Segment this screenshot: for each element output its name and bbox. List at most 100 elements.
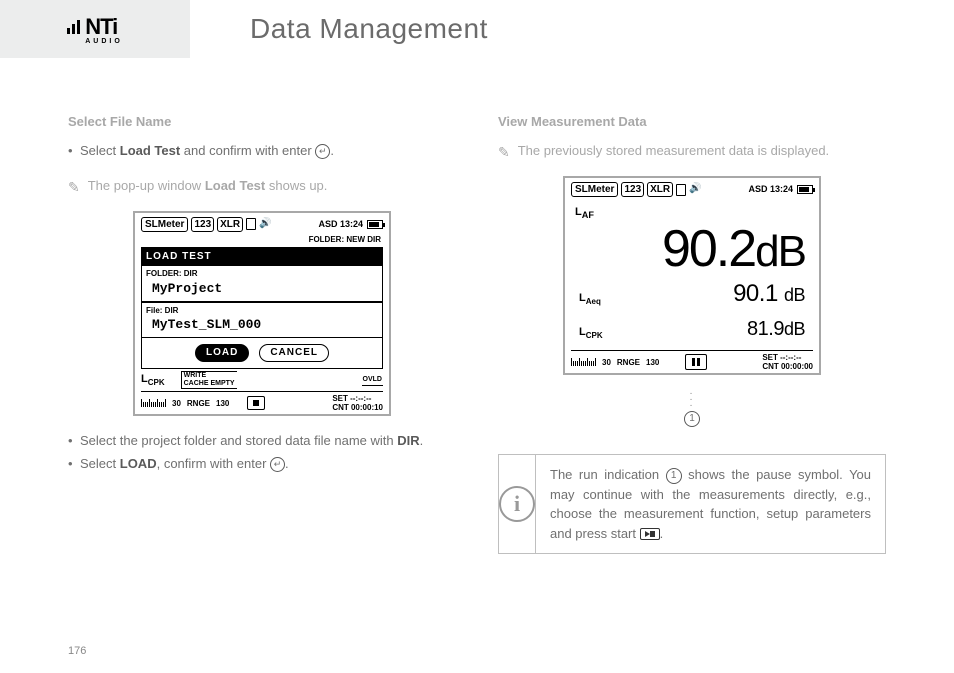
- text: , confirm with enter: [157, 456, 270, 471]
- lcd-statusbar: SLMeter 123 XLR 🔊 ASD 13:24: [571, 182, 813, 199]
- lcd-main-reading: 90.2dB: [575, 223, 809, 275]
- content-columns: Select File Name • Select Load Test and …: [0, 58, 954, 554]
- lcd-timer: SET --:--:--CNT 00:00:10: [332, 394, 383, 412]
- stop-icon: [247, 396, 265, 410]
- text-bold: Load Test: [205, 178, 265, 193]
- hand-icon: ✎: [68, 177, 80, 197]
- logo-subtext: AUDIO: [85, 38, 123, 45]
- popup-title: LOAD TEST: [142, 248, 382, 267]
- text: and confirm with enter: [180, 143, 315, 158]
- rnge-hi: 130: [646, 357, 659, 369]
- text: The run indication: [550, 467, 666, 482]
- lcd-tab: SLMeter: [141, 217, 188, 232]
- lcd-value: 90.1 dB: [733, 277, 805, 312]
- left-column: Select File Name • Select Load Test and …: [68, 113, 456, 554]
- bullet-item: • Select Load Test and confirm with ente…: [68, 142, 456, 161]
- lcd-statusbar: SLMeter 123 XLR 🔊 ASD 13:24: [141, 217, 383, 234]
- sd-icon: [676, 184, 686, 196]
- logo-area: NTi AUDIO: [0, 0, 190, 58]
- text: Select: [80, 456, 120, 471]
- callout-number: 1: [684, 411, 700, 427]
- page-number: 176: [68, 645, 86, 657]
- popup-field-value: MyProject: [142, 280, 382, 302]
- text: Select the project folder and stored dat…: [80, 433, 397, 448]
- lcd-row-laeq: LAeq 90.1 dB: [575, 275, 809, 314]
- lcd-bottom-bar: 30 RNGE 130 SET --:--:--CNT 00:00:10: [141, 391, 383, 412]
- text-bold: DIR: [397, 433, 419, 448]
- lcd-tab: 123: [621, 182, 644, 197]
- lcd-clock: ASD 13:24: [748, 183, 793, 196]
- callout-number-inline: 1: [666, 468, 682, 484]
- lcd-value: 81.9dB: [747, 315, 805, 344]
- bullet-item: • Select the project folder and stored d…: [68, 432, 456, 451]
- rnge-lo: 30: [602, 357, 611, 369]
- range-ticks-icon: [571, 358, 596, 366]
- rnge-lo: 30: [172, 398, 181, 410]
- bullet-item: • Select LOAD, confirm with enter ↵.: [68, 455, 456, 474]
- text: The pop-up window: [88, 178, 205, 193]
- popup-field-value: MyTest_SLM_000: [142, 316, 382, 338]
- lcd-clock: ASD 13:24: [318, 218, 363, 231]
- info-icon-cell: i: [499, 455, 536, 553]
- lcd-label: LCPK: [579, 325, 603, 342]
- load-button[interactable]: LOAD: [195, 344, 249, 363]
- dotted-line-icon: ···: [498, 391, 886, 409]
- enter-icon: ↵: [315, 144, 330, 159]
- page-title: Data Management: [190, 0, 954, 58]
- result-text: The previously stored measurement data i…: [518, 142, 829, 162]
- section-heading-left: Select File Name: [68, 113, 456, 132]
- battery-icon: [797, 185, 813, 194]
- lcd-screenshot-measurement: SLMeter 123 XLR 🔊 ASD 13:24 LAF 90.2dB: [563, 176, 821, 375]
- lcd-ovld: OVLD: [362, 375, 383, 386]
- callout-marker: ··· 1: [498, 391, 886, 428]
- lcd-label: LAeq: [579, 291, 601, 308]
- result-line: ✎ The pop-up window Load Test shows up.: [68, 177, 456, 197]
- text-bold: Load Test: [120, 143, 180, 158]
- start-icon: [640, 528, 660, 540]
- bullet-dot: •: [68, 142, 80, 161]
- bullet-text: Select LOAD, confirm with enter ↵.: [80, 455, 456, 474]
- info-text: The run indication 1 shows the pause sym…: [536, 455, 885, 553]
- popup-field-label: File: DIR: [142, 302, 382, 317]
- hand-icon: ✎: [498, 142, 510, 162]
- load-test-popup: LOAD TEST FOLDER: DIR MyProject File: DI…: [141, 247, 383, 370]
- logo-text: NTi: [85, 14, 117, 39]
- lcd-tab: XLR: [647, 182, 673, 197]
- rnge-label: RNGE: [617, 357, 640, 369]
- text: Select: [80, 143, 120, 158]
- right-column: View Measurement Data ✎ The previously s…: [498, 113, 886, 554]
- result-line: ✎ The previously stored measurement data…: [498, 142, 886, 162]
- rnge-label: RNGE: [187, 398, 210, 410]
- popup-field-label: FOLDER: DIR: [142, 266, 382, 280]
- speaker-icon: 🔊: [689, 182, 701, 197]
- lcd-tab: SLMeter: [571, 182, 618, 197]
- lcd-bottom-bar: 30 RNGE 130 SET --:--:--CNT 00:00:00: [571, 350, 813, 371]
- info-box: i The run indication 1 shows the pause s…: [498, 454, 886, 554]
- sd-icon: [246, 218, 256, 230]
- lcd-folder-path: FOLDER: NEW DIR: [141, 234, 383, 246]
- pause-icon: [685, 354, 707, 370]
- bullet-dot: •: [68, 455, 80, 474]
- logo-bars-icon: [67, 18, 83, 39]
- lcd-lcpk-row: LLCPKCPK WRITECACHE EMPTY OVLD: [141, 371, 383, 389]
- text: shows up.: [265, 178, 327, 193]
- lcd-tab: XLR: [217, 217, 243, 232]
- lcd-tab: 123: [191, 217, 214, 232]
- bullet-text: Select the project folder and stored dat…: [80, 432, 456, 451]
- rnge-hi: 130: [216, 398, 229, 410]
- lcd-screenshot-load: SLMeter 123 XLR 🔊 ASD 13:24 FOLDER: NEW …: [133, 211, 391, 416]
- lcd-row-lcpk: LCPK 81.9dB: [575, 313, 809, 346]
- speaker-icon: 🔊: [259, 217, 271, 232]
- cancel-button[interactable]: CANCEL: [259, 344, 329, 363]
- page-header: NTi AUDIO Data Management: [0, 0, 954, 58]
- section-heading-right: View Measurement Data: [498, 113, 886, 132]
- text-bold: LOAD: [120, 456, 157, 471]
- lcd-cache-text: WRITECACHE EMPTY: [181, 371, 237, 389]
- info-icon: i: [499, 486, 535, 522]
- lcd-label: LLCPKCPK: [141, 372, 165, 389]
- enter-icon: ↵: [270, 457, 285, 472]
- nti-logo: NTi AUDIO: [67, 14, 123, 45]
- bullet-text: Select Load Test and confirm with enter …: [80, 142, 456, 161]
- battery-icon: [367, 220, 383, 229]
- range-ticks-icon: [141, 399, 166, 407]
